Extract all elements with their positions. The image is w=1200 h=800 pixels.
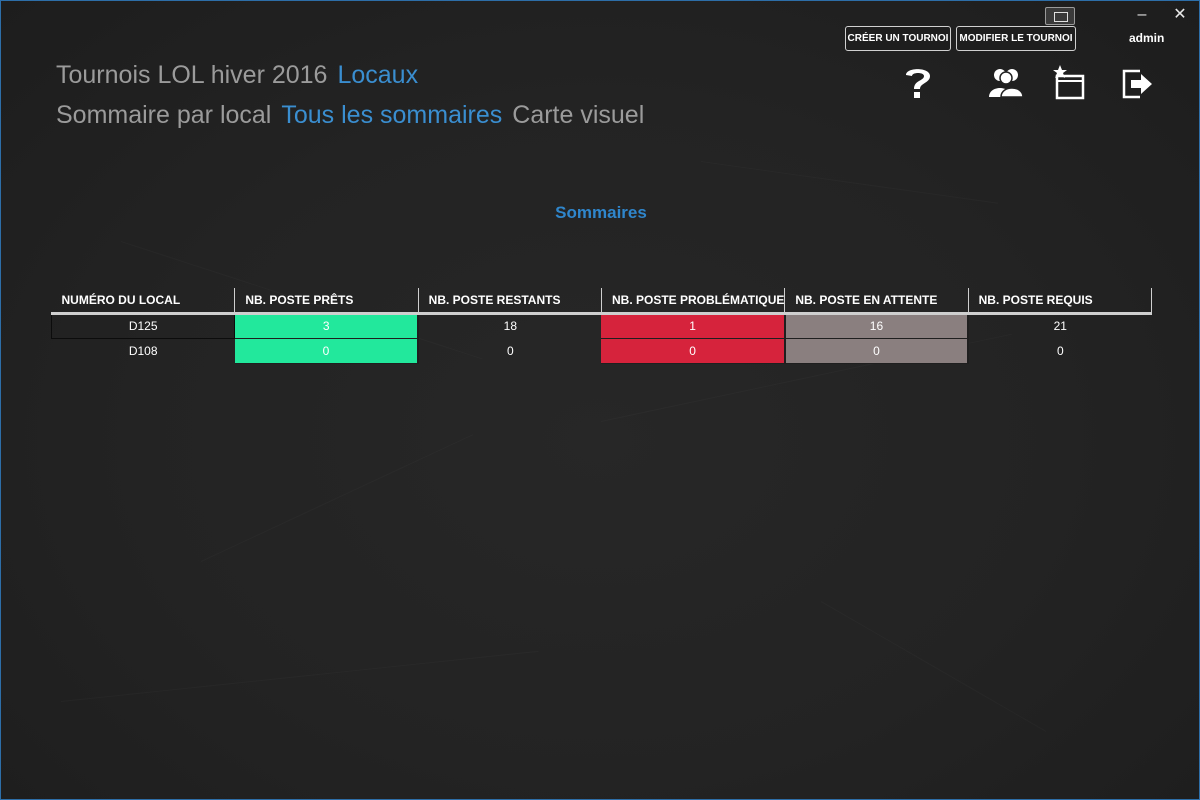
minimize-icon[interactable]: – bbox=[1133, 7, 1151, 23]
logout-icon[interactable] bbox=[1118, 63, 1158, 103]
remaining-count-cell[interactable]: 0 bbox=[418, 338, 601, 363]
waiting-count-cell[interactable]: 16 bbox=[784, 313, 970, 339]
ready-count-cell[interactable]: 0 bbox=[234, 338, 420, 364]
page-title: Tournois LOL hiver 2016 Locaux bbox=[56, 61, 418, 90]
column-header[interactable]: NB. POSTE RESTANTS bbox=[418, 288, 602, 315]
column-header[interactable]: NB. POSTE PRÊTS bbox=[234, 288, 419, 315]
problem-count-cell[interactable]: 1 bbox=[601, 313, 786, 339]
column-header[interactable]: NUMÉRO DU LOCAL bbox=[51, 288, 236, 315]
table-row[interactable]: D108 0 0 0 0 0 bbox=[52, 338, 1152, 364]
remaining-count-cell[interactable]: 18 bbox=[418, 313, 601, 338]
tournament-name: Tournois LOL hiver 2016 bbox=[56, 61, 328, 89]
required-count-cell[interactable]: 21 bbox=[968, 313, 1151, 338]
required-count-cell[interactable]: 0 bbox=[968, 338, 1151, 363]
new-tab-icon[interactable] bbox=[1051, 63, 1091, 103]
section-title: Sommaires bbox=[555, 203, 647, 222]
nav-all-summaries[interactable]: Tous les sommaires bbox=[281, 101, 502, 130]
locaux-link[interactable]: Locaux bbox=[337, 61, 418, 90]
column-header[interactable]: NB. POSTE REQUIS bbox=[968, 288, 1152, 315]
user-name[interactable]: admin bbox=[1129, 31, 1164, 45]
column-header[interactable]: NB. POSTE PROBLÉMATIQUES bbox=[601, 288, 786, 315]
summary-nav: Sommaire par local Tous les sommaires Ca… bbox=[56, 101, 644, 130]
app-window: – ✕ CRÉER UN TOURNOI MODIFIER LE TOURNOI… bbox=[0, 0, 1200, 800]
nav-visual-map[interactable]: Carte visuel bbox=[512, 101, 644, 130]
ready-count-cell[interactable]: 3 bbox=[234, 313, 420, 339]
nav-summary-by-local[interactable]: Sommaire par local bbox=[56, 101, 271, 130]
column-header[interactable]: NB. POSTE EN ATTENTE bbox=[784, 288, 969, 315]
table-row[interactable]: D125 3 18 1 16 21 bbox=[50, 312, 1152, 339]
problem-count-cell[interactable]: 0 bbox=[601, 338, 786, 364]
local-number-cell[interactable]: D108 bbox=[52, 338, 235, 363]
modify-tournament-button[interactable]: MODIFIER LE TOURNOI bbox=[956, 26, 1076, 51]
restore-window-icon[interactable] bbox=[1045, 7, 1075, 25]
waiting-count-cell[interactable]: 0 bbox=[784, 338, 970, 364]
create-tournament-button[interactable]: CRÉER UN TOURNOI bbox=[845, 26, 951, 51]
summary-table: NUMÉRO DU LOCAL NB. POSTE PRÊTS NB. POST… bbox=[50, 288, 1152, 364]
users-icon[interactable] bbox=[986, 63, 1026, 103]
table-header-row: NUMÉRO DU LOCAL NB. POSTE PRÊTS NB. POST… bbox=[51, 288, 1152, 315]
help-icon[interactable] bbox=[898, 63, 938, 103]
close-icon[interactable]: ✕ bbox=[1171, 7, 1189, 23]
local-number-cell[interactable]: D125 bbox=[50, 312, 236, 339]
